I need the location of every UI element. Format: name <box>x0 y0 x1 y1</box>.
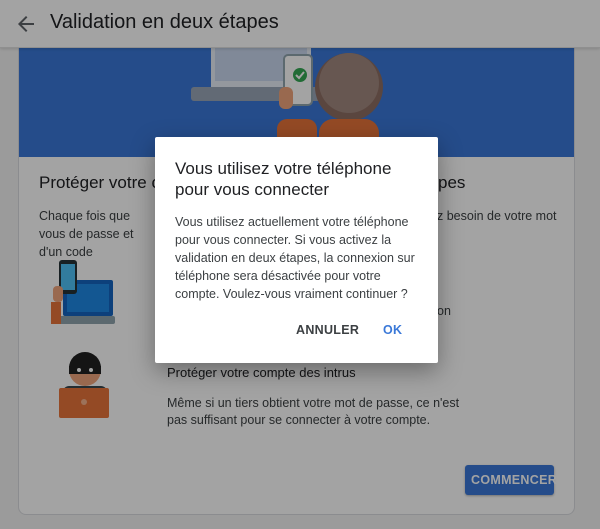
ok-button[interactable]: OK <box>383 323 402 337</box>
confirm-dialog: Vous utilisez votre téléphone pour vous … <box>155 137 438 363</box>
cancel-button[interactable]: ANNULER <box>296 323 359 337</box>
dialog-body: Vous utilisez actuellement votre télépho… <box>175 215 415 301</box>
dialog-title: Vous utilisez votre téléphone pour vous … <box>175 159 392 199</box>
